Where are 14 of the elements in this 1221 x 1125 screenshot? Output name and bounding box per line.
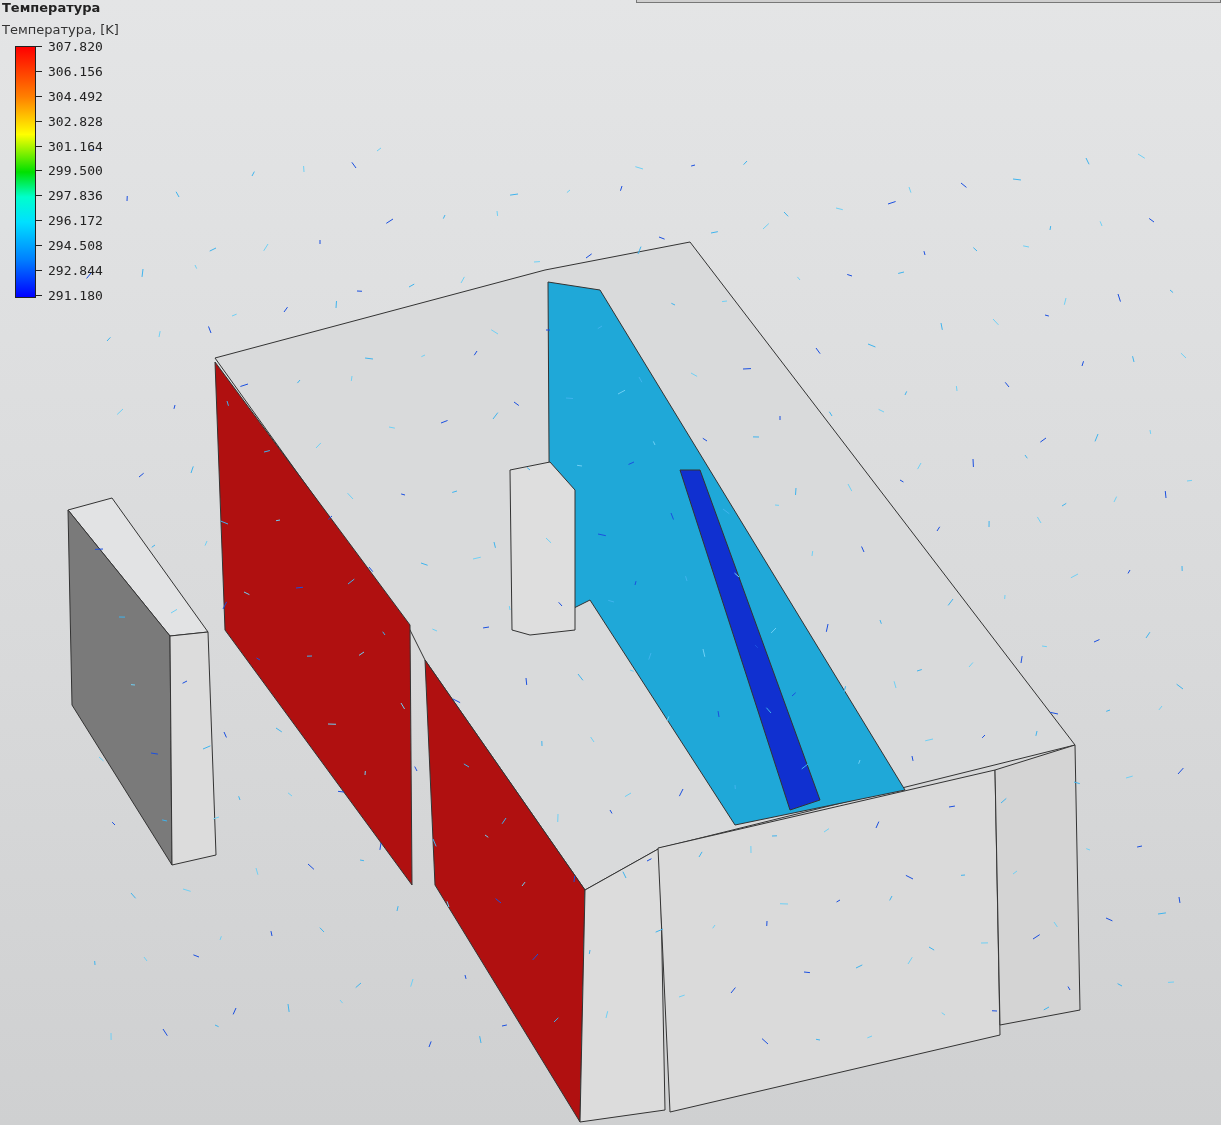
scale-label: 299.500 — [48, 164, 103, 178]
scale-label: 294.508 — [48, 239, 103, 253]
scale-label: 306.156 — [48, 64, 103, 78]
scale-label: 301.164 — [48, 139, 103, 153]
scale-label: 302.828 — [48, 114, 103, 128]
scale-label: 296.172 — [48, 214, 103, 228]
scale-label: 297.836 — [48, 189, 103, 203]
3d-viewport[interactable]: Температура Температура, [K] 307.820 306.156 304.492 302.828 301.164 299.500 297.836 296.172 294.508 292.844 291.180 — [0, 0, 1221, 1125]
scale-label: 291.180 — [48, 288, 103, 302]
legend-subtitle: Температура, [K] — [2, 22, 119, 38]
scale-label: 307.820 — [48, 40, 103, 53]
scale-label: 292.844 — [48, 264, 103, 277]
scale-label: 304.492 — [48, 89, 103, 103]
legend-title: Температура — [2, 0, 102, 15]
